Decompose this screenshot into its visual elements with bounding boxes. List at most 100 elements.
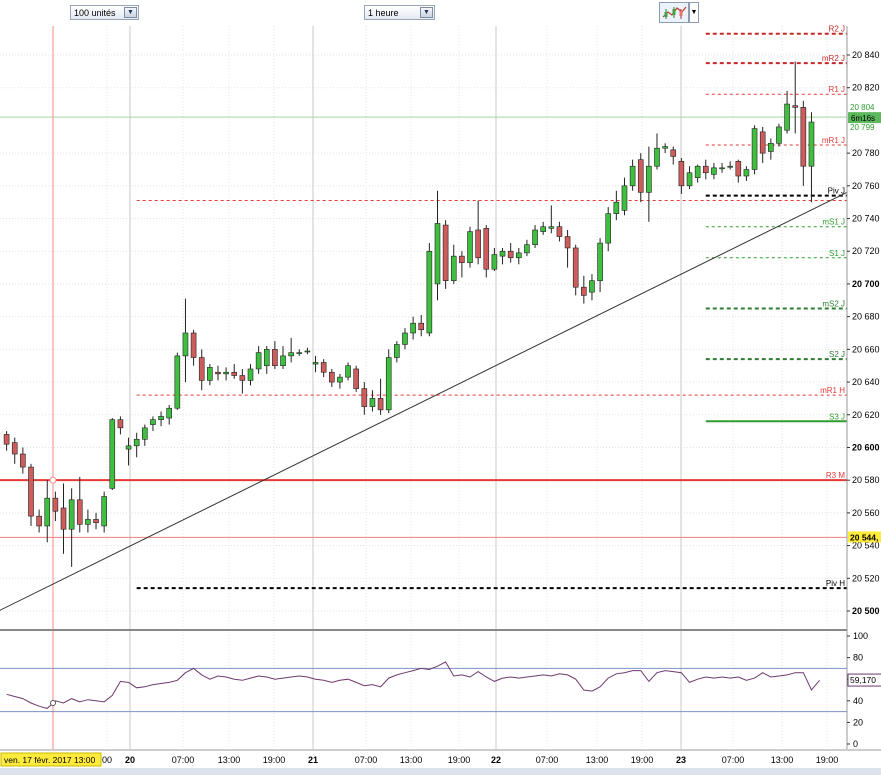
- candle-body: [385, 357, 392, 411]
- candle-body: [361, 388, 368, 407]
- price-tick-label: 20 680: [852, 312, 880, 322]
- price-tick-label: 20 820: [852, 83, 880, 93]
- candle-body: [808, 121, 815, 167]
- time-tick-label: 07:00: [722, 755, 745, 765]
- candle-body: [150, 419, 156, 425]
- candle-body: [133, 438, 140, 447]
- candle-body: [345, 365, 351, 378]
- candle-body: [11, 442, 18, 455]
- candle-body: [597, 242, 603, 281]
- candle-body: [93, 519, 99, 523]
- candle-body: [190, 332, 197, 358]
- candle-body: [418, 322, 425, 331]
- time-tick-label: 19:00: [816, 755, 839, 765]
- price-tick-label: 20 640: [852, 377, 880, 387]
- price-tick-label: 20 740: [852, 214, 880, 224]
- candle-body: [540, 226, 546, 232]
- level-label: S2 J: [829, 350, 845, 359]
- rsi-tick-label: 0: [853, 739, 858, 749]
- candle-body: [475, 229, 481, 259]
- candle-body: [629, 165, 636, 187]
- candle-body: [353, 368, 359, 389]
- candle-body: [524, 244, 530, 254]
- time-tick-label: 19:00: [631, 755, 654, 765]
- level-label: R2 J: [829, 25, 845, 34]
- candle[interactable]: [385, 349, 392, 414]
- candle-body: [166, 407, 172, 419]
- candle-body: [572, 247, 579, 288]
- candle-body: [768, 143, 774, 152]
- candle-body: [564, 236, 571, 249]
- level-label: mR1 H: [820, 386, 845, 395]
- candle-body: [694, 165, 701, 178]
- candle-body: [711, 167, 717, 175]
- level-label: Piv H: [826, 579, 845, 588]
- candle-body: [288, 352, 294, 357]
- candle[interactable]: [467, 226, 473, 268]
- time-tick-label: 00: [102, 755, 112, 765]
- current-price-label: 20 544,: [850, 532, 878, 542]
- candle-body: [743, 169, 750, 177]
- candle-body: [28, 466, 34, 517]
- candle[interactable]: [109, 418, 116, 490]
- candle-body: [654, 147, 660, 167]
- candle-body: [3, 434, 10, 445]
- candle-body: [515, 252, 522, 259]
- rsi-tick-label: 40: [853, 696, 863, 706]
- candle-body: [215, 371, 221, 375]
- price-tick-label: 20 720: [852, 246, 880, 256]
- candle-body: [402, 332, 408, 345]
- candle-body: [800, 107, 807, 167]
- candle[interactable]: [442, 220, 449, 289]
- candle-body: [727, 165, 733, 168]
- candle-body: [255, 352, 262, 370]
- level-label: mS2 J: [822, 299, 845, 308]
- candle-body: [328, 371, 335, 383]
- price-tick-label: 20 520: [852, 573, 880, 583]
- level-label: mR2 J: [822, 54, 845, 63]
- rsi-tick-label: 20: [853, 717, 863, 727]
- price-tick-label: 20 840: [852, 50, 880, 60]
- candle-body: [337, 376, 343, 383]
- candle-body: [450, 255, 457, 281]
- candle-body: [247, 368, 254, 381]
- price-tick-label: 20 620: [852, 410, 880, 420]
- candle-body: [735, 160, 742, 177]
- time-tick-label: 20: [125, 755, 135, 765]
- price-chart[interactable]: R2 JmR2 JR1 JmR1 JPiv JmS1 JS1 JmS2 JS2 …: [0, 0, 881, 775]
- candle[interactable]: [174, 352, 181, 410]
- time-tick-label: 07:00: [172, 755, 195, 765]
- candle-body: [207, 367, 213, 381]
- candle-body: [491, 254, 498, 270]
- candle-body: [182, 332, 189, 357]
- candle-body: [377, 398, 384, 411]
- candle-body: [394, 344, 400, 358]
- candle-body: [85, 519, 91, 525]
- candle-body: [60, 507, 67, 530]
- candle[interactable]: [776, 123, 782, 147]
- candle-body: [467, 231, 473, 263]
- candle[interactable]: [751, 125, 758, 175]
- candle-body: [784, 103, 790, 131]
- candle-body: [442, 224, 449, 281]
- candle-body: [109, 419, 116, 489]
- candle-body: [272, 349, 278, 367]
- candle-body: [434, 223, 441, 285]
- level-label: mR1 J: [822, 136, 845, 145]
- candle-body: [263, 349, 270, 367]
- candle-body: [621, 185, 628, 211]
- candle-body: [369, 398, 376, 407]
- candle-body: [239, 375, 246, 381]
- rsi-current-label: 59,170: [850, 675, 876, 685]
- candle[interactable]: [426, 243, 433, 337]
- candle-body: [792, 105, 799, 108]
- candle-body: [101, 496, 107, 527]
- horizontal-scrollbar[interactable]: [0, 768, 881, 775]
- level-label: R3 M: [826, 471, 845, 480]
- price-tick-label: 20 500: [852, 606, 880, 616]
- candle-body: [20, 453, 26, 468]
- candle-body: [776, 126, 782, 144]
- candle[interactable]: [353, 365, 359, 392]
- level-label: S1 J: [829, 249, 845, 258]
- candle-body: [44, 497, 51, 527]
